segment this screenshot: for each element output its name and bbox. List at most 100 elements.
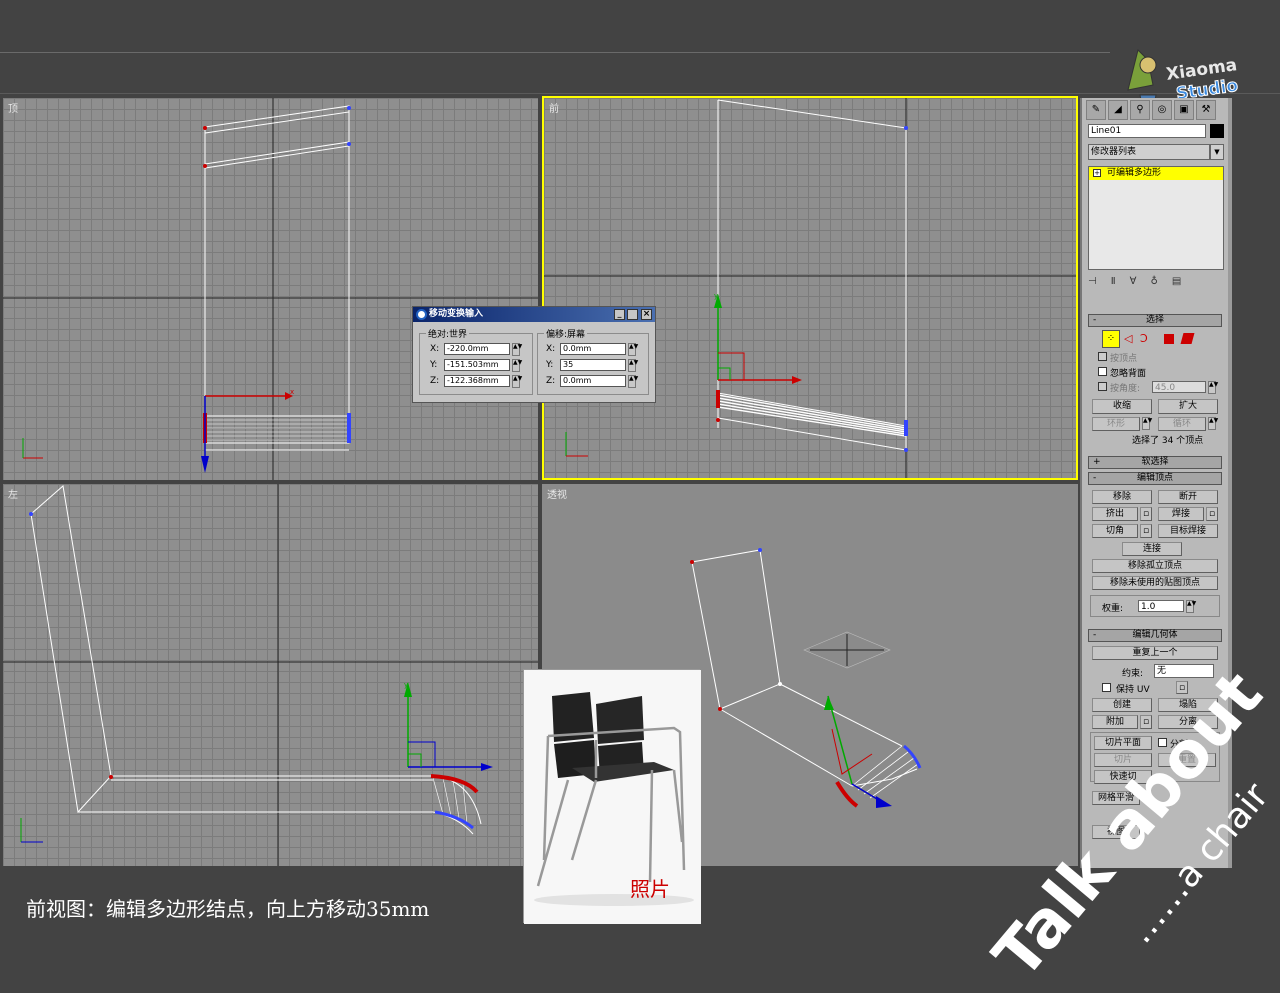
extrude-button[interactable]: 挤出 <box>1092 507 1138 521</box>
group-title: 偏移:屏幕 <box>544 327 588 340</box>
remove-modifier-icon[interactable]: ♁ <box>1150 276 1171 287</box>
weight-field[interactable]: 1.0 <box>1138 600 1184 612</box>
preserve-uvs-checkbox[interactable] <box>1102 683 1111 692</box>
modifier-stack[interactable]: + 可编辑多边形 <box>1088 166 1224 270</box>
object-color-swatch[interactable] <box>1210 124 1224 138</box>
offset-z-field[interactable]: 0.0mm <box>560 375 626 387</box>
pin-stack-icon[interactable]: ⊣ <box>1088 276 1111 287</box>
axis-label: Z: <box>430 376 440 386</box>
axis-y-label: y <box>404 681 408 689</box>
viewport-top[interactable]: 顶 x <box>3 98 538 480</box>
stack-item-label: 可编辑多边形 <box>1107 168 1162 178</box>
remove-button[interactable]: 移除 <box>1092 490 1152 504</box>
axis-x-label: x <box>290 388 294 396</box>
minimize-icon[interactable]: _ <box>614 309 625 320</box>
remove-unused-map-button[interactable]: 移除未使用的贴图顶点 <box>1092 576 1218 590</box>
panel-tabs: ✎ ◢ ⚲ ◎ ▣ ⚒ <box>1086 100 1224 120</box>
modifier-list-dropdown[interactable]: 修改器列表 <box>1088 144 1210 160</box>
attach-settings-icon[interactable]: ▫ <box>1140 715 1152 729</box>
abs-x-field[interactable]: -220.0mm <box>444 343 510 355</box>
grow-button[interactable]: 扩大 <box>1158 399 1218 414</box>
configure-modifiers-icon[interactable]: ▤ <box>1172 276 1195 287</box>
target-weld-button[interactable]: 目标焊接 <box>1158 524 1218 538</box>
create-button[interactable]: 创建 <box>1092 698 1152 712</box>
rollout-title: 选择 <box>1145 315 1164 325</box>
axis-label: X: <box>430 344 440 354</box>
border-mode-icon[interactable]: Ↄ <box>1140 332 1148 345</box>
chevron-down-icon[interactable]: ▼ <box>1210 144 1224 160</box>
axis-label: Y: <box>546 360 554 370</box>
ring-button[interactable]: 环形 <box>1092 417 1140 431</box>
viewport-front[interactable]: 前 y <box>542 96 1078 480</box>
ignore-backfacing-checkbox[interactable] <box>1098 367 1107 376</box>
weight-label: 权重: <box>1102 604 1124 614</box>
hierarchy-tab-icon[interactable]: ⚲ <box>1130 100 1150 120</box>
spinner-icon[interactable]: ▲▼ <box>1186 600 1196 613</box>
rollout-title: 编辑顶点 <box>1136 473 1173 483</box>
make-unique-icon[interactable]: ∀ <box>1130 276 1151 287</box>
subobject-icons: ⁘ ◁ Ↄ <box>1102 330 1212 348</box>
extrude-settings-icon[interactable]: ▫ <box>1140 507 1152 521</box>
header-line-2 <box>0 93 1280 94</box>
rollout-edit-geometry[interactable]: - 编辑几何体 <box>1088 629 1222 642</box>
spinner-icon[interactable]: ▲▼ <box>512 343 522 356</box>
by-angle-checkbox[interactable] <box>1098 382 1107 391</box>
dialog-title: 移动变换输入 <box>429 309 484 319</box>
loop-button[interactable]: 循环 <box>1158 417 1206 431</box>
edge-mode-icon[interactable]: ◁ <box>1124 332 1132 345</box>
absolute-world-group: 绝对:世界 X: -220.0mm ▲▼ Y: -151.503mm ▲▼ Z:… <box>419 327 533 395</box>
weld-button[interactable]: 焊接 <box>1158 507 1204 521</box>
by-vertex-checkbox[interactable] <box>1098 352 1107 361</box>
spinner-icon[interactable]: ▲▼ <box>1208 417 1218 430</box>
viewport-left[interactable]: 左 y <box>3 484 538 866</box>
utilities-tab-icon[interactable]: ⚒ <box>1196 100 1216 120</box>
polygon-mode-icon[interactable] <box>1164 334 1174 344</box>
rollout-selection[interactable]: - 选择 <box>1088 314 1222 327</box>
create-tab-icon[interactable]: ✎ <box>1086 100 1106 120</box>
abs-y-field[interactable]: -151.503mm <box>444 359 510 371</box>
abs-z-field[interactable]: -122.368mm <box>444 375 510 387</box>
dialog-titlebar[interactable]: 移动变换输入 _ × <box>413 307 655 322</box>
rollout-title: 软选择 <box>1141 457 1169 467</box>
spinner-icon[interactable]: ▲▼ <box>1142 417 1152 430</box>
spinner-icon[interactable]: ▲▼ <box>628 343 638 356</box>
break-button[interactable]: 断开 <box>1158 490 1218 504</box>
preserve-uvs-settings-icon[interactable]: ▫ <box>1176 681 1188 694</box>
repeat-last-button[interactable]: 重复上一个 <box>1092 646 1218 660</box>
shrink-button[interactable]: 收缩 <box>1092 399 1152 414</box>
show-end-result-icon[interactable]: Ⅱ <box>1111 276 1130 287</box>
caption: 前视图：编辑多边形结点，向上方移动35mm <box>26 897 430 921</box>
chamfer-settings-icon[interactable]: ▫ <box>1140 524 1152 538</box>
angle-field[interactable]: 45.0 <box>1152 381 1206 393</box>
spinner-icon[interactable]: ▲▼ <box>628 375 638 388</box>
spinner-icon[interactable]: ▲▼ <box>512 359 522 372</box>
remove-isolated-button[interactable]: 移除孤立顶点 <box>1092 559 1218 573</box>
close-icon[interactable]: × <box>641 309 652 320</box>
spinner-icon[interactable]: ▲▼ <box>512 375 522 388</box>
spinner-icon[interactable]: ▲▼ <box>1208 381 1218 394</box>
element-mode-icon[interactable] <box>1180 333 1195 344</box>
move-transform-dialog[interactable]: 移动变换输入 _ × 绝对:世界 X: -220.0mm ▲▼ Y: -151.… <box>412 306 656 403</box>
offset-x-field[interactable]: 0.0mm <box>560 343 626 355</box>
rollout-soft-selection[interactable]: + 软选择 <box>1088 456 1222 469</box>
expand-icon[interactable]: + <box>1093 169 1101 177</box>
spinner-icon[interactable]: ▲▼ <box>628 359 638 372</box>
maximize-icon[interactable] <box>627 309 638 320</box>
modify-tab-icon[interactable]: ◢ <box>1108 100 1128 120</box>
ignore-backfacing-label: 忽略背面 <box>1110 369 1147 379</box>
display-tab-icon[interactable]: ▣ <box>1174 100 1194 120</box>
attach-button[interactable]: 附加 <box>1092 715 1138 729</box>
motion-tab-icon[interactable]: ◎ <box>1152 100 1172 120</box>
vertex-mode-icon[interactable]: ⁘ <box>1102 330 1120 348</box>
app-icon <box>416 309 427 320</box>
chamfer-button[interactable]: 切角 <box>1092 524 1138 538</box>
chair-photo: 照片 <box>524 670 701 924</box>
connect-button[interactable]: 连接 <box>1122 542 1182 556</box>
group-title: 绝对:世界 <box>426 327 470 340</box>
stack-item-editable-poly[interactable]: + 可编辑多边形 <box>1089 167 1223 180</box>
slice-plane-button[interactable]: 切片平面 <box>1094 736 1152 750</box>
offset-y-field[interactable]: 35 <box>560 359 626 371</box>
object-name-field[interactable]: Line01 <box>1088 124 1206 138</box>
weld-settings-icon[interactable]: ▫ <box>1206 507 1218 521</box>
rollout-edit-vertices[interactable]: - 编辑顶点 <box>1088 472 1222 485</box>
